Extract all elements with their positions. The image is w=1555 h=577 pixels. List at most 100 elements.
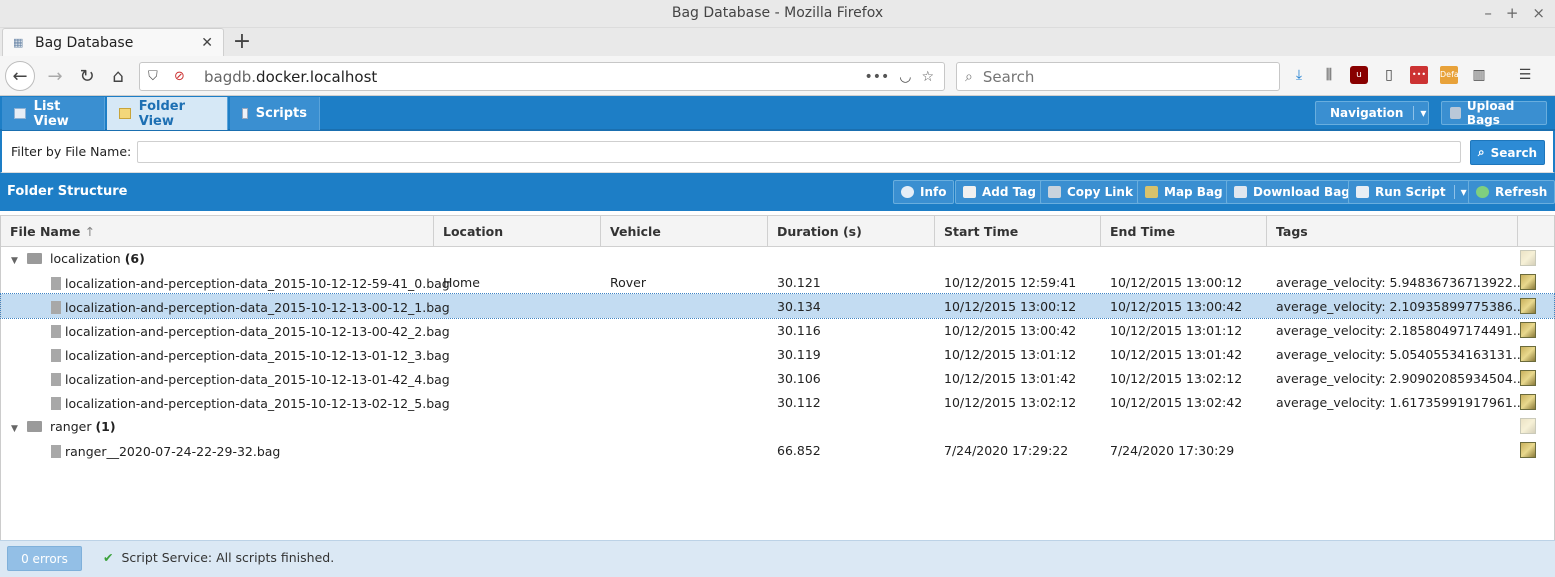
table-row[interactable]: localization-and-perception-data_2015-10… bbox=[1, 318, 1554, 342]
sort-ascending-icon: ↑ bbox=[84, 224, 96, 239]
column-location[interactable]: Location bbox=[434, 216, 601, 247]
upload-icon bbox=[1450, 107, 1461, 119]
file-icon bbox=[51, 325, 61, 338]
browser-search-input[interactable] bbox=[982, 67, 1263, 86]
table-row[interactable]: localization-and-perception-data_2015-10… bbox=[1, 366, 1554, 390]
ublock-icon[interactable]: u bbox=[1350, 66, 1368, 84]
window-titlebar: Bag Database - Mozilla Firefox – + × bbox=[0, 0, 1555, 28]
script-run-icon bbox=[1356, 186, 1369, 198]
map-icon[interactable] bbox=[1520, 346, 1536, 362]
table-row[interactable]: localization-and-perception-data_2015-10… bbox=[0, 293, 1555, 319]
map-bag-button[interactable]: Map Bag bbox=[1137, 180, 1231, 204]
library-icon[interactable]: ⫼ bbox=[1320, 66, 1338, 84]
chevron-down-icon[interactable]: ▾ bbox=[1413, 106, 1426, 120]
arrow-left-icon: ← bbox=[12, 65, 28, 87]
file-icon bbox=[51, 349, 61, 362]
tab-list-view[interactable]: List View bbox=[2, 97, 105, 130]
filter-label: Filter by File Name: bbox=[11, 144, 132, 159]
map-icon[interactable] bbox=[1520, 274, 1536, 290]
status-bar: 0 errors ✔ Script Service: All scripts f… bbox=[0, 540, 1555, 577]
extension-red-icon[interactable]: ••• bbox=[1410, 66, 1428, 84]
table-row[interactable]: localization-and-perception-data_2015-10… bbox=[1, 270, 1554, 294]
column-vehicle[interactable]: Vehicle bbox=[601, 216, 768, 247]
table-row[interactable]: localization-and-perception-data_2015-10… bbox=[1, 390, 1554, 414]
hamburger-menu-icon[interactable]: ☰ bbox=[1516, 66, 1534, 84]
map-icon[interactable] bbox=[1520, 370, 1536, 386]
folder-icon bbox=[26, 253, 42, 264]
insecure-lock-icon: ⊘ bbox=[174, 69, 185, 84]
pocket-icon[interactable]: ◡ bbox=[899, 69, 911, 85]
app-toolbar: List View Folder View Scripts Navigation… bbox=[0, 96, 1555, 131]
folder-row-ranger[interactable]: ▼ ranger (1) bbox=[1, 414, 1554, 438]
browser-tab-label: Bag Database bbox=[35, 34, 134, 51]
page-actions-icon[interactable]: ••• bbox=[864, 69, 889, 85]
file-icon bbox=[51, 445, 61, 458]
download-bag-button[interactable]: Download Bag bbox=[1226, 180, 1358, 204]
minimize-icon[interactable]: – bbox=[1484, 4, 1492, 22]
arrow-right-icon: → bbox=[47, 65, 63, 87]
browser-search-bar[interactable]: ⌕ bbox=[956, 62, 1280, 91]
refresh-icon bbox=[1476, 186, 1489, 198]
tab-folder-view[interactable]: Folder View bbox=[107, 97, 228, 130]
map-icon[interactable] bbox=[1520, 322, 1536, 338]
reader-view-icon[interactable]: ▯ bbox=[1380, 66, 1398, 84]
file-icon bbox=[51, 373, 61, 386]
browser-navbar: ← → ↻ ⌂ ⛉ ⊘ bagdb.docker.localhost ••• ◡… bbox=[0, 56, 1555, 96]
map-icon bbox=[1520, 250, 1536, 266]
home-icon: ⌂ bbox=[112, 65, 124, 87]
url-bar[interactable]: ⛉ ⊘ bagdb.docker.localhost ••• ◡ ☆ bbox=[139, 62, 945, 91]
table-row[interactable]: localization-and-perception-data_2015-10… bbox=[1, 342, 1554, 366]
file-icon bbox=[51, 397, 61, 410]
column-duration[interactable]: Duration (s) bbox=[768, 216, 935, 247]
map-icon[interactable] bbox=[1520, 394, 1536, 410]
column-tags[interactable]: Tags bbox=[1267, 216, 1518, 247]
home-button[interactable]: ⌂ bbox=[103, 61, 133, 91]
map-icon bbox=[1145, 186, 1158, 198]
grid-header: File Name ↑ Location Vehicle Duration (s… bbox=[1, 215, 1554, 247]
info-button[interactable]: Info bbox=[893, 180, 955, 204]
folder-structure-header: Folder Structure Info Add Tag Copy Link … bbox=[0, 173, 1555, 211]
errors-button[interactable]: 0 errors bbox=[7, 546, 82, 571]
bookmark-star-icon[interactable]: ☆ bbox=[921, 69, 934, 85]
map-icon[interactable] bbox=[1520, 298, 1536, 314]
close-window-icon[interactable]: × bbox=[1532, 4, 1545, 22]
extension-grid-icon[interactable]: ▥ bbox=[1470, 66, 1488, 84]
forward-button[interactable]: → bbox=[40, 61, 70, 91]
column-file-name[interactable]: File Name ↑ bbox=[1, 216, 434, 247]
add-tag-button[interactable]: Add Tag bbox=[955, 180, 1044, 204]
file-icon bbox=[51, 301, 61, 314]
maximize-icon[interactable]: + bbox=[1506, 4, 1519, 22]
copy-link-button[interactable]: Copy Link bbox=[1040, 180, 1141, 204]
upload-bags-button[interactable]: Upload Bags bbox=[1441, 99, 1547, 127]
chevron-down-icon[interactable]: ▼ bbox=[11, 256, 23, 266]
browser-tab[interactable]: ▦ Bag Database ✕ bbox=[2, 28, 224, 56]
tag-icon bbox=[963, 186, 976, 198]
default-extension-icon[interactable]: Defa bbox=[1440, 66, 1459, 84]
download-icon[interactable]: ⤓ bbox=[1290, 66, 1308, 84]
info-icon bbox=[901, 186, 914, 198]
status-message: ✔ Script Service: All scripts finished. bbox=[103, 550, 335, 565]
search-button[interactable]: ⌕ Search bbox=[1470, 140, 1545, 165]
run-script-button[interactable]: Run Script ▾ bbox=[1348, 180, 1475, 204]
navigation-button[interactable]: Navigation ▾ bbox=[1315, 101, 1429, 125]
shield-icon: ⛉ bbox=[148, 69, 158, 84]
column-start-time[interactable]: Start Time bbox=[935, 216, 1101, 247]
chevron-down-icon[interactable]: ▾ bbox=[1453, 185, 1467, 199]
reload-button[interactable]: ↻ bbox=[72, 61, 102, 91]
url-text[interactable]: bagdb.docker.localhost bbox=[204, 68, 864, 86]
close-tab-icon[interactable]: ✕ bbox=[201, 35, 213, 51]
script-icon bbox=[242, 108, 248, 119]
filter-bar: Filter by File Name: ⌕ Search bbox=[0, 131, 1555, 173]
column-end-time[interactable]: End Time bbox=[1101, 216, 1267, 247]
table-row[interactable]: ranger__2020-07-24-22-29-32.bag 66.852 7… bbox=[1, 438, 1554, 462]
tab-scripts[interactable]: Scripts bbox=[230, 97, 320, 130]
new-tab-icon[interactable]: + bbox=[230, 29, 254, 54]
back-button[interactable]: ← bbox=[5, 61, 35, 91]
folder-icon bbox=[26, 421, 42, 432]
refresh-button[interactable]: Refresh bbox=[1468, 180, 1555, 204]
chevron-down-icon[interactable]: ▼ bbox=[11, 424, 23, 434]
folder-row-localization[interactable]: ▼ localization (6) bbox=[1, 246, 1554, 270]
map-icon[interactable] bbox=[1520, 442, 1536, 458]
filter-input[interactable] bbox=[137, 141, 1461, 163]
save-icon bbox=[1234, 186, 1247, 198]
